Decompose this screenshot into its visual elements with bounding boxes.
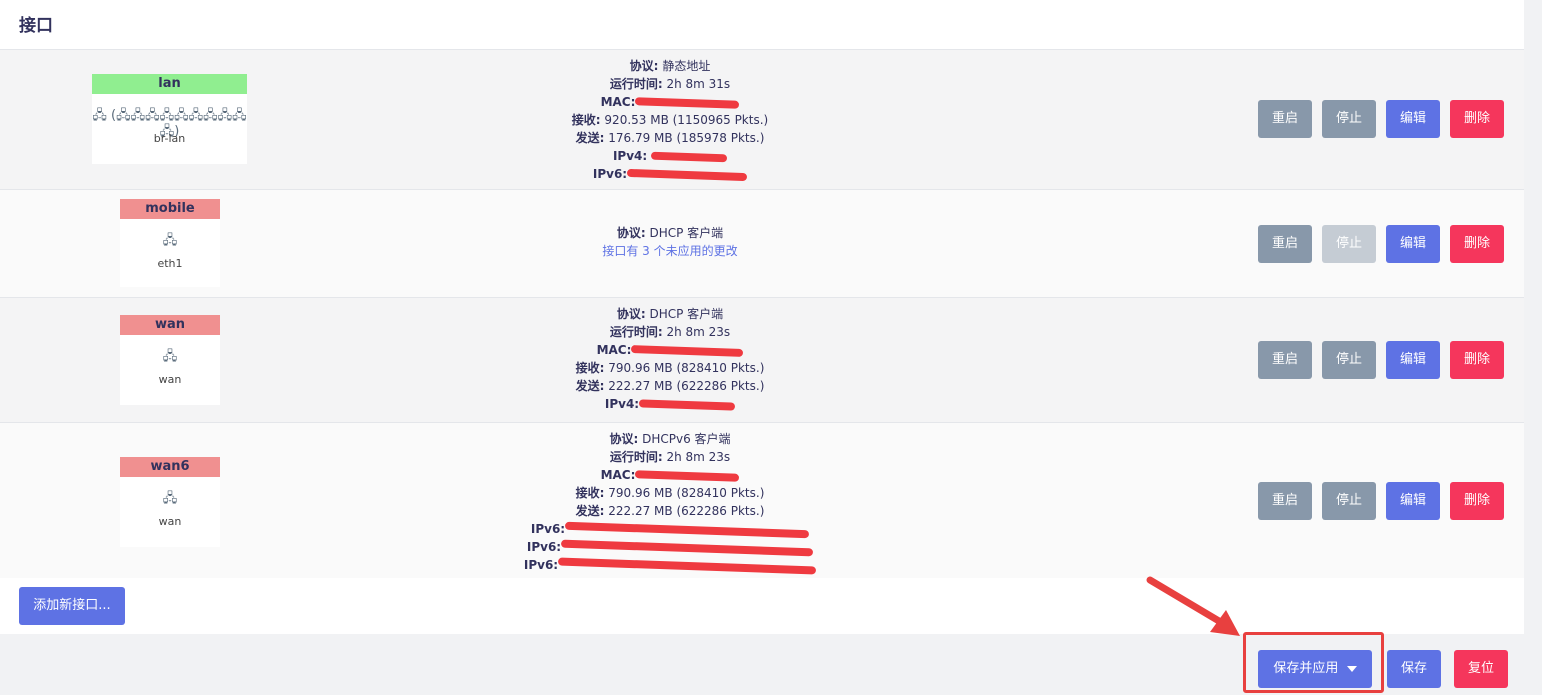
tx-label: 发送: xyxy=(575,379,605,393)
delete-button[interactable]: 删除 xyxy=(1450,225,1504,263)
restart-button[interactable]: 重启 xyxy=(1258,341,1312,379)
uptime-value: 2h 8m 31s xyxy=(666,77,731,91)
ethernet-port-icon: 🖧 xyxy=(162,349,178,364)
redaction-mark xyxy=(638,398,736,411)
interface-name-badge: lan xyxy=(92,74,247,94)
ipv6-label: IPv6: xyxy=(592,167,628,181)
interface-row-wan: wan 🖧 wan 协议: DHCP 客户端 运行时间: 2h 8m 23s M… xyxy=(0,297,1524,423)
bridge-icon: 🖧 (🖧🖧🖧🖧🖧🖧🖧🖧🖧🖧) xyxy=(92,108,247,139)
mac-label: MAC: xyxy=(596,343,632,357)
edit-button[interactable]: 编辑 xyxy=(1386,341,1440,379)
interface-card-lan: lan 🖧 (🖧🖧🖧🖧🖧🖧🖧🖧🖧🖧) br-lan xyxy=(92,74,247,164)
edit-button[interactable]: 编辑 xyxy=(1386,225,1440,263)
redaction-mark xyxy=(627,168,748,181)
restart-button[interactable]: 重启 xyxy=(1258,225,1312,263)
interface-name-badge: mobile xyxy=(120,199,220,219)
rx-value: 790.96 MB (828410 Pkts.) xyxy=(608,486,765,500)
interface-card-wan6: wan6 🖧 wan xyxy=(120,457,220,547)
protocol-value: DHCP 客户端 xyxy=(649,307,724,321)
interface-row-mobile: mobile 🖧 eth1 协议: DHCP 客户端 接口有 3 个未应用的更改… xyxy=(0,189,1524,298)
restart-button[interactable]: 重启 xyxy=(1258,100,1312,138)
redaction-mark xyxy=(558,557,817,574)
stop-button: 停止 xyxy=(1322,225,1376,263)
rx-label: 接收: xyxy=(575,486,605,500)
protocol-value: DHCP 客户端 xyxy=(649,226,724,240)
interface-card-wan: wan 🖧 wan xyxy=(120,315,220,405)
uptime-label: 运行时间: xyxy=(609,325,663,339)
protocol-label: 协议: xyxy=(616,307,646,321)
restart-button[interactable]: 重启 xyxy=(1258,482,1312,520)
redaction-mark xyxy=(635,469,740,482)
redaction-mark xyxy=(565,521,810,538)
protocol-value: DHCPv6 客户端 xyxy=(642,432,731,446)
redaction-mark xyxy=(635,96,740,109)
interface-status-mobile: 协议: DHCP 客户端 接口有 3 个未应用的更改 xyxy=(440,224,900,260)
device-name: wan xyxy=(158,515,182,528)
protocol-label: 协议: xyxy=(629,59,659,73)
annotation-highlight-box xyxy=(1243,632,1384,693)
mac-label: MAC: xyxy=(600,468,636,482)
uptime-value: 2h 8m 23s xyxy=(666,325,731,339)
protocol-label: 协议: xyxy=(616,226,646,240)
pending-changes-note: 接口有 3 个未应用的更改 xyxy=(602,244,738,258)
rx-label: 接收: xyxy=(575,361,605,375)
protocol-value: 静态地址 xyxy=(662,59,711,73)
device-name: wan xyxy=(158,373,182,386)
annotation-arrow-icon xyxy=(1146,576,1240,636)
uptime-value: 2h 8m 23s xyxy=(666,450,731,464)
interfaces-panel: 接口 lan 🖧 (🖧🖧🖧🖧🖧🖧🖧🖧🖧🖧) br-lan 协议: 静态地址 运行… xyxy=(0,0,1524,634)
save-button[interactable]: 保存 xyxy=(1387,650,1441,688)
ipv6-label: IPv6: xyxy=(530,522,566,536)
stop-button[interactable]: 停止 xyxy=(1322,100,1376,138)
interface-status-lan: 协议: 静态地址 运行时间: 2h 8m 31s MAC: 接收: 920.53… xyxy=(440,57,900,183)
ipv4-label: IPv4: xyxy=(612,149,648,163)
mac-label: MAC: xyxy=(600,95,636,109)
device-name: br-lan xyxy=(153,132,186,145)
uptime-label: 运行时间: xyxy=(609,450,663,464)
redaction-mark xyxy=(561,539,814,556)
interface-status-wan6: 协议: DHCPv6 客户端 运行时间: 2h 8m 23s MAC: 接收: … xyxy=(440,430,900,574)
rx-value: 790.96 MB (828410 Pkts.) xyxy=(608,361,765,375)
uptime-label: 运行时间: xyxy=(609,77,663,91)
tx-value: 222.27 MB (622286 Pkts.) xyxy=(608,504,765,518)
interface-row-wan6: wan6 🖧 wan 协议: DHCPv6 客户端 运行时间: 2h 8m 23… xyxy=(0,422,1524,578)
device-name: eth1 xyxy=(157,257,183,270)
rx-label: 接收: xyxy=(571,113,601,127)
delete-button[interactable]: 删除 xyxy=(1450,482,1504,520)
tx-value: 176.79 MB (185978 Pkts.) xyxy=(608,131,765,145)
ethernet-port-icon: 🖧 xyxy=(162,233,178,248)
redaction-mark xyxy=(631,344,744,357)
ipv4-label: IPv4: xyxy=(604,397,640,411)
edit-button[interactable]: 编辑 xyxy=(1386,100,1440,138)
protocol-label: 协议: xyxy=(609,432,639,446)
tx-value: 222.27 MB (622286 Pkts.) xyxy=(608,379,765,393)
interface-row-lan: lan 🖧 (🖧🖧🖧🖧🖧🖧🖧🖧🖧🖧) br-lan 协议: 静态地址 运行时间:… xyxy=(0,49,1524,190)
tx-label: 发送: xyxy=(575,131,605,145)
edit-button[interactable]: 编辑 xyxy=(1386,482,1440,520)
stop-button[interactable]: 停止 xyxy=(1322,482,1376,520)
interface-status-wan: 协议: DHCP 客户端 运行时间: 2h 8m 23s MAC: 接收: 79… xyxy=(440,305,900,413)
redaction-mark xyxy=(650,151,728,162)
delete-button[interactable]: 删除 xyxy=(1450,341,1504,379)
ipv6-label: IPv6: xyxy=(526,540,562,554)
reset-button[interactable]: 复位 xyxy=(1454,650,1508,688)
ipv6-label: IPv6: xyxy=(523,558,559,572)
rx-value: 920.53 MB (1150965 Pkts.) xyxy=(604,113,769,127)
ethernet-port-icon: 🖧 xyxy=(162,491,178,506)
page-title: 接口 xyxy=(19,16,53,36)
interface-name-badge: wan xyxy=(120,315,220,335)
interface-name-badge: wan6 xyxy=(120,457,220,477)
stop-button[interactable]: 停止 xyxy=(1322,341,1376,379)
delete-button[interactable]: 删除 xyxy=(1450,100,1504,138)
interface-card-mobile: mobile 🖧 eth1 xyxy=(120,199,220,287)
add-interface-button[interactable]: 添加新接口... xyxy=(19,587,125,625)
tx-label: 发送: xyxy=(575,504,605,518)
